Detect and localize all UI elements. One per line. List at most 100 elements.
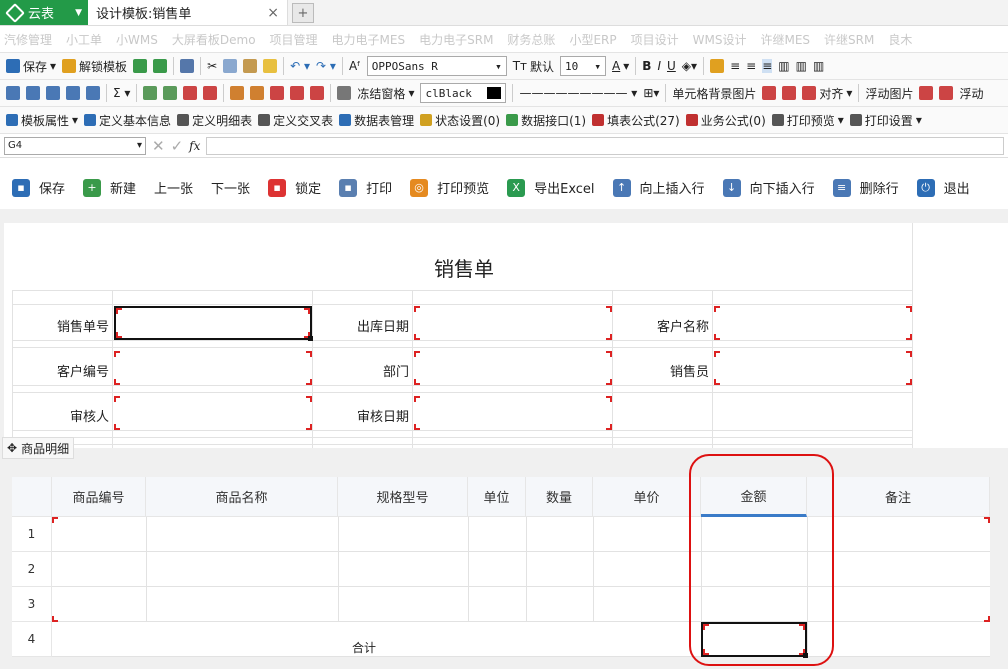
- line-style-select[interactable]: ————————— ▾: [519, 86, 637, 100]
- column-header[interactable]: 商品名称: [146, 477, 338, 517]
- cell-bg-image-button[interactable]: 单元格背景图片: [672, 85, 756, 102]
- detail-section-tag[interactable]: ✥ 商品明细: [2, 437, 75, 459]
- action-button[interactable]: ▪ 打印: [339, 178, 392, 197]
- delete-col-icon[interactable]: [203, 86, 218, 100]
- table-icon[interactable]: [66, 86, 80, 100]
- underline-icon[interactable]: U: [667, 59, 676, 73]
- delete-row-icon[interactable]: [183, 86, 198, 100]
- save-tool[interactable]: 保存 ▾: [6, 58, 56, 75]
- detail-data-region[interactable]: [52, 517, 990, 622]
- image-icon[interactable]: [337, 86, 352, 100]
- menu-item[interactable]: 财务总账: [507, 31, 555, 48]
- field-input[interactable]: [114, 351, 312, 385]
- clear-icon[interactable]: [290, 86, 305, 100]
- float-add-icon[interactable]: [919, 86, 934, 100]
- action-button[interactable]: + 新建: [83, 178, 136, 197]
- copy-icon[interactable]: [223, 59, 238, 73]
- redo-icon[interactable]: ↷ ▾: [316, 59, 336, 73]
- column-header[interactable]: 单位: [468, 477, 526, 517]
- menu-item[interactable]: WMS设计: [693, 31, 747, 48]
- new-tab-button[interactable]: +: [292, 3, 314, 23]
- unlock-template-tool[interactable]: 解锁模板: [62, 58, 127, 75]
- field-input[interactable]: [114, 306, 313, 341]
- field-input[interactable]: [414, 351, 612, 385]
- barcode2-icon[interactable]: ▥: [796, 59, 807, 73]
- column-header[interactable]: 数量: [526, 477, 593, 517]
- action-button[interactable]: ≡ 删除行: [832, 178, 899, 197]
- table-icon[interactable]: [6, 86, 20, 100]
- action-button[interactable]: X 导出Excel: [507, 178, 595, 197]
- column-header[interactable]: 备注: [807, 477, 990, 517]
- template-tool-item[interactable]: 状态设置(0): [420, 112, 500, 129]
- clear-icon[interactable]: [310, 86, 325, 100]
- menu-item[interactable]: 许继MES: [760, 31, 810, 48]
- field-input[interactable]: [714, 306, 912, 340]
- lock-cell-icon[interactable]: [710, 59, 725, 73]
- float-more-button[interactable]: 浮动: [959, 85, 983, 102]
- menu-item[interactable]: 电力电子SRM: [419, 31, 493, 48]
- insert-col-icon[interactable]: [163, 86, 178, 100]
- field-input[interactable]: [414, 306, 612, 340]
- paste-icon[interactable]: [243, 59, 258, 73]
- barcode-icon[interactable]: ▥: [778, 59, 789, 73]
- template-tool-item[interactable]: 定义基本信息: [84, 112, 171, 129]
- image-remove-icon[interactable]: [782, 86, 797, 100]
- menu-item[interactable]: 项目管理: [270, 31, 318, 48]
- template-tool-item[interactable]: 模板属性 ▾: [6, 112, 78, 129]
- template-tool-item[interactable]: 数据接口(1): [506, 112, 586, 129]
- column-header[interactable]: 单价: [593, 477, 701, 517]
- font-size-select[interactable]: 10 ▾: [560, 56, 607, 76]
- template-tool-item[interactable]: 业务公式(0): [685, 112, 766, 129]
- action-button[interactable]: 下一张: [211, 178, 250, 197]
- template-tool-item[interactable]: 定义交叉表: [258, 112, 333, 129]
- freeze-panes-button[interactable]: 冻结窗格 ▾: [357, 85, 414, 102]
- template-tool-item[interactable]: 填表公式(27): [592, 112, 680, 129]
- formula-input[interactable]: [206, 136, 1004, 155]
- cell-reference-box[interactable]: G4 ▾: [4, 136, 146, 155]
- sum-icon[interactable]: Σ ▾: [113, 86, 130, 100]
- align-right-icon[interactable]: ≡: [762, 59, 773, 73]
- align-center-icon[interactable]: ≡: [746, 59, 756, 73]
- align-button[interactable]: 对齐 ▾: [802, 85, 852, 102]
- menu-item[interactable]: 小工单: [66, 31, 102, 48]
- fill-color-icon[interactable]: ◈▾: [682, 59, 697, 73]
- menu-item[interactable]: 小型ERP: [569, 31, 616, 48]
- cut-icon[interactable]: ✂: [207, 59, 217, 73]
- action-button[interactable]: ◎ 打印预览: [410, 178, 489, 197]
- table-icon[interactable]: [86, 86, 100, 100]
- field-input[interactable]: [714, 351, 912, 385]
- action-button[interactable]: 上一张: [154, 178, 193, 197]
- template-tool-item[interactable]: 定义明细表: [177, 112, 252, 129]
- close-icon[interactable]: ×: [267, 5, 279, 21]
- table-icon[interactable]: [46, 86, 60, 100]
- action-button[interactable]: ↓ 向下插入行: [722, 178, 815, 197]
- action-button[interactable]: ▪ 保存: [12, 178, 65, 197]
- undo-icon[interactable]: ↶ ▾: [290, 59, 310, 73]
- clear-icon[interactable]: [270, 86, 285, 100]
- default-font-button[interactable]: Tт 默认: [513, 58, 554, 75]
- split-icon[interactable]: [250, 86, 265, 100]
- tab-design-template[interactable]: 设计模板:销售单 ×: [88, 0, 288, 25]
- menu-item[interactable]: 小WMS: [116, 31, 158, 48]
- sheet-icon[interactable]: [133, 59, 148, 73]
- action-button[interactable]: ⏻ 退出: [916, 178, 970, 197]
- table-icon[interactable]: [26, 86, 40, 100]
- sheet-refresh-icon[interactable]: [153, 59, 168, 73]
- column-header[interactable]: 规格型号: [338, 477, 468, 517]
- insert-row-icon[interactable]: [143, 86, 158, 100]
- menu-item[interactable]: 汽修管理: [4, 31, 52, 48]
- template-tool-item[interactable]: 打印预览 ▾: [771, 112, 844, 129]
- float-remove-icon[interactable]: [939, 86, 954, 100]
- menu-item[interactable]: 大屏看板Demo: [172, 31, 256, 48]
- font-color-icon[interactable]: A ▾: [612, 59, 629, 73]
- menu-item[interactable]: 电力电子MES: [332, 31, 406, 48]
- confirm-icon[interactable]: ✓: [171, 137, 184, 155]
- fx-icon[interactable]: fx: [189, 139, 200, 153]
- template-tool-item[interactable]: 打印设置 ▾: [849, 112, 922, 129]
- barcode3-icon[interactable]: ▥: [813, 59, 824, 73]
- exit-design-icon[interactable]: [180, 59, 195, 73]
- float-image-button[interactable]: 浮动图片: [865, 85, 913, 102]
- color-select[interactable]: clBlack: [420, 83, 507, 103]
- image-add-icon[interactable]: [762, 86, 777, 100]
- italic-icon[interactable]: I: [657, 59, 661, 73]
